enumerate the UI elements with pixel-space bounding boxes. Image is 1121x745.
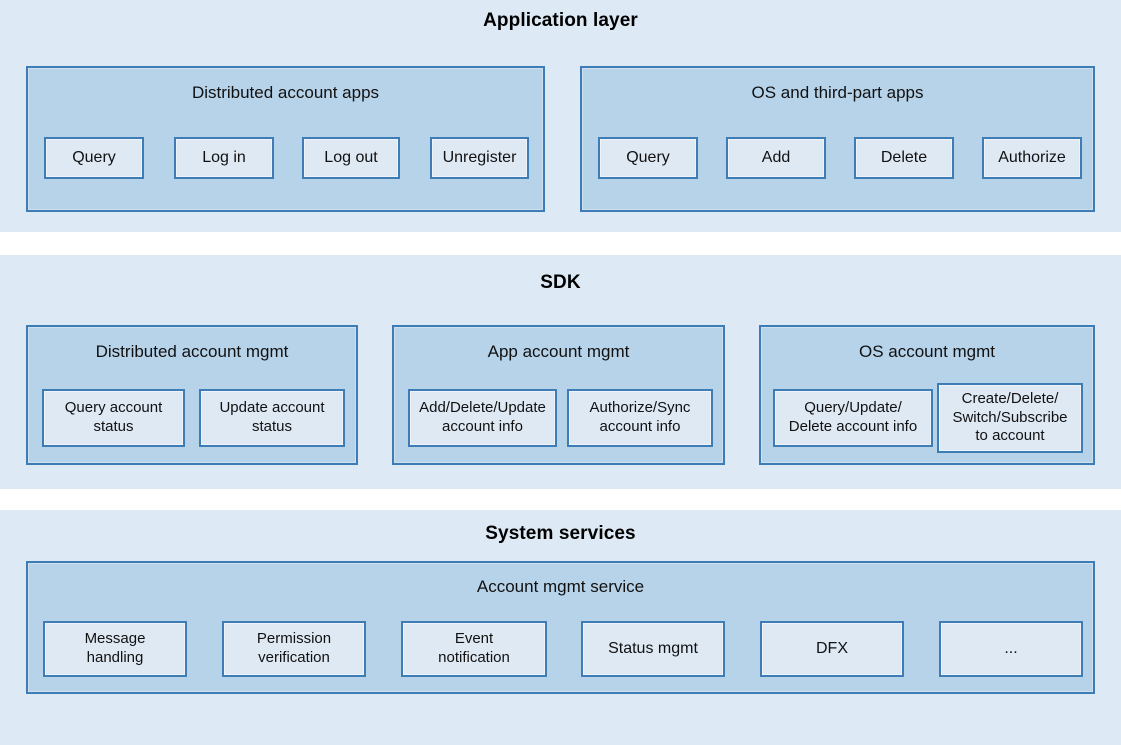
os-app-action-delete[interactable]: Delete [854,137,954,179]
app-action-query[interactable]: Query [44,137,144,179]
service-message-handling-label: Message handling [84,630,146,666]
os-app-action-add[interactable]: Add [726,137,826,179]
group-title-account-mgmt-service: Account mgmt service [476,577,645,596]
group-title-os-and-third-part-apps: OS and third-part apps [751,83,924,102]
sdk-query-update-delete-account-info[interactable]: Query/Update/ Delete account info [773,389,933,447]
group-distributed-account-apps: Distributed account apps Query Log in Lo… [26,66,545,212]
sdk-authorize-sync-account-info[interactable]: Authorize/Sync account info [567,389,713,447]
sdk-query-account-status[interactable]: Query account status [42,389,185,447]
os-app-action-authorize[interactable]: Authorize [982,137,1082,179]
service-dfx[interactable]: DFX [760,621,904,677]
sdk-query-account-status-label: Query account status [64,399,163,435]
group-distributed-account-mgmt: Distributed account mgmt Query account s… [26,325,358,465]
app-action-unregister-label: Unregister [442,149,517,166]
os-app-action-authorize-label: Authorize [998,149,1066,166]
os-app-action-add-label: Add [761,149,791,166]
app-action-query-label: Query [72,149,116,166]
sdk-create-delete-switch-subscribe-to-account-label: Create/Delete/ Switch/Subscribe to accou… [952,389,1068,445]
architecture-diagram: Application layer Distributed account ap… [0,0,1121,745]
layer-title-system-services: System services [485,523,636,544]
service-event-notification[interactable]: Event notification [401,621,547,677]
sdk-authorize-sync-account-info-label: Authorize/Sync account info [589,399,691,435]
group-os-and-third-part-apps: OS and third-part apps Query Add Delete … [580,66,1095,212]
service-permission-verification-label: Permission verification [256,630,332,666]
group-title-app-account-mgmt: App account mgmt [487,342,630,361]
app-action-log-in-label: Log in [202,149,246,166]
os-app-action-delete-label: Delete [880,149,928,166]
app-action-log-out[interactable]: Log out [302,137,400,179]
layer-title-sdk: SDK [540,272,581,293]
layer-system-services: System services Account mgmt service Mes… [0,510,1121,745]
service-more[interactable]: ... [939,621,1083,677]
group-title-distributed-account-mgmt: Distributed account mgmt [95,342,289,361]
sdk-query-update-delete-account-info-label: Query/Update/ Delete account info [788,399,918,435]
sdk-update-account-status-label: Update account status [219,399,325,435]
service-dfx-label: DFX [816,640,848,657]
service-status-mgmt[interactable]: Status mgmt [581,621,725,677]
service-status-mgmt-label: Status mgmt [608,640,698,657]
app-action-log-out-label: Log out [324,149,378,166]
service-message-handling[interactable]: Message handling [43,621,187,677]
sdk-add-delete-update-account-info[interactable]: Add/Delete/Update account info [408,389,557,447]
service-event-notification-label: Event notification [438,630,510,666]
group-account-mgmt-service: Account mgmt service Message handling Pe… [26,561,1095,694]
sdk-update-account-status[interactable]: Update account status [199,389,345,447]
os-app-action-query[interactable]: Query [598,137,698,179]
app-action-log-in[interactable]: Log in [174,137,274,179]
layer-application: Application layer Distributed account ap… [0,0,1121,232]
os-app-action-query-label: Query [626,149,670,166]
service-more-label: ... [1004,640,1018,657]
layer-sdk: SDK Distributed account mgmt Query accou… [0,255,1121,489]
service-permission-verification[interactable]: Permission verification [222,621,366,677]
sdk-create-delete-switch-subscribe-to-account[interactable]: Create/Delete/ Switch/Subscribe to accou… [937,383,1083,453]
layer-title-application: Application layer [483,10,638,31]
sdk-add-delete-update-account-info-label: Add/Delete/Update account info [419,399,546,435]
group-title-os-account-mgmt: OS account mgmt [858,342,996,361]
group-os-account-mgmt: OS account mgmt Query/Update/ Delete acc… [759,325,1095,465]
group-app-account-mgmt: App account mgmt Add/Delete/Update accou… [392,325,725,465]
group-title-distributed-account-apps: Distributed account apps [191,83,380,102]
app-action-unregister[interactable]: Unregister [430,137,529,179]
